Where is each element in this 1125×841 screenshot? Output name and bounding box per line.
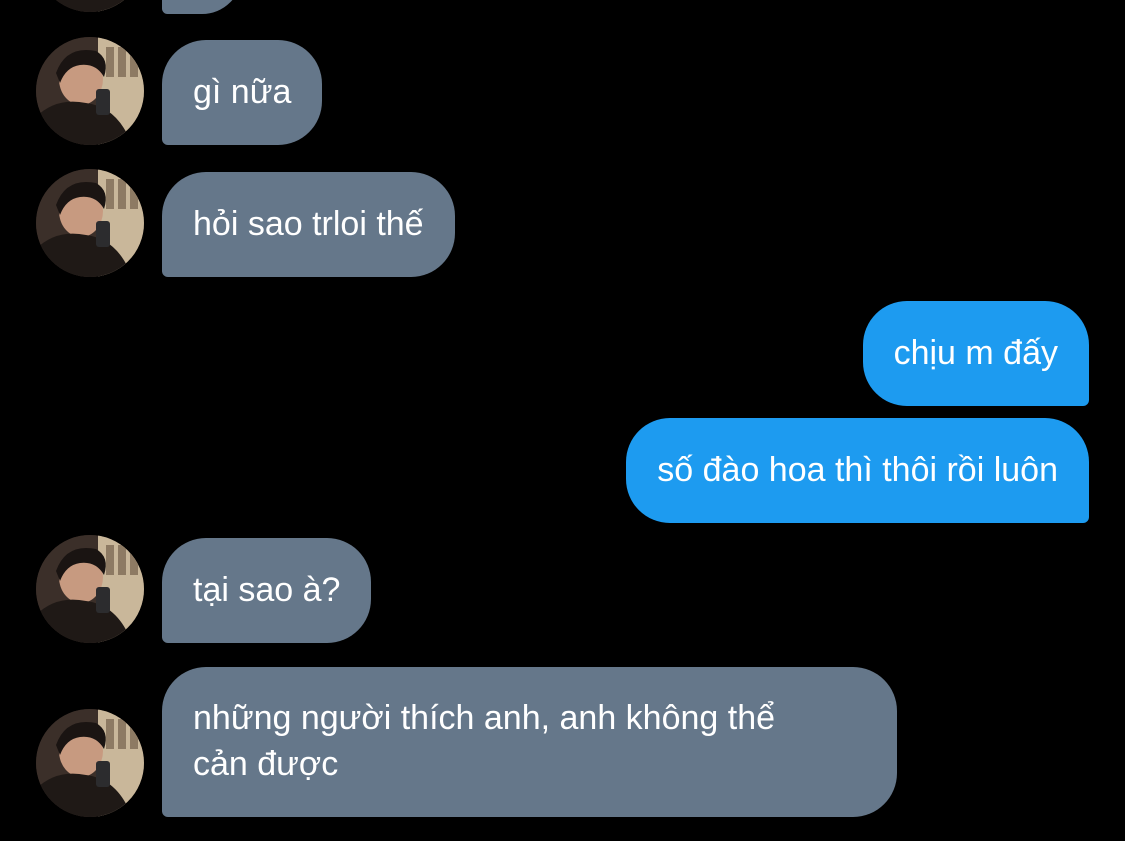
avatar-photo-icon bbox=[36, 535, 144, 643]
message-text: chịu m đấy bbox=[893, 334, 1058, 372]
contact-avatar[interactable] bbox=[36, 37, 144, 145]
message-bubble-incoming[interactable]: gì nữa bbox=[162, 40, 323, 145]
avatar-photo-icon bbox=[36, 709, 144, 817]
contact-avatar[interactable] bbox=[36, 535, 144, 643]
message-text: số đào hoa thì thôi rồi luôn bbox=[657, 451, 1058, 489]
message-bubble-outgoing[interactable]: số đào hoa thì thôi rồi luôn bbox=[626, 418, 1089, 523]
message-bubble-incoming[interactable]: tại sao à? bbox=[162, 538, 372, 643]
avatar-photo-icon bbox=[36, 37, 144, 145]
message-bubble-incoming[interactable]: hỏi sao trloi thế bbox=[162, 172, 455, 277]
message-text: gì nữa bbox=[193, 73, 292, 111]
contact-avatar[interactable] bbox=[36, 709, 144, 817]
message-bubble-incoming[interactable]: những người thích anh, anh không thể cản… bbox=[162, 667, 897, 817]
message-text: tại sao à? bbox=[193, 571, 341, 609]
message-thread[interactable]: gì nữa hỏi sao trloi thế chịu m đấy số đ… bbox=[0, 0, 1125, 841]
message-bubble-incoming[interactable] bbox=[162, 0, 242, 14]
avatar-photo-icon bbox=[36, 169, 144, 277]
message-text-line: những người thích anh, anh không thể bbox=[193, 699, 776, 737]
message-text-line: cản được bbox=[193, 745, 339, 783]
avatar-photo-icon bbox=[36, 0, 144, 12]
message-bubble-outgoing[interactable]: chịu m đấy bbox=[862, 301, 1089, 406]
contact-avatar[interactable] bbox=[36, 0, 144, 12]
message-text: hỏi sao trloi thế bbox=[193, 205, 424, 243]
contact-avatar[interactable] bbox=[36, 169, 144, 277]
